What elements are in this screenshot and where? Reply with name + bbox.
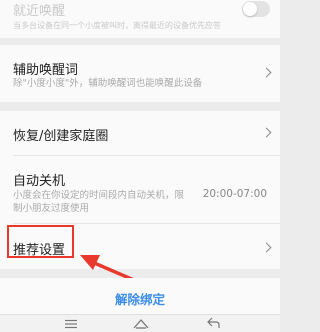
aux-wake-row[interactable]: 辅助唤醒词 除"小度小度"外，辅助唤醒词也能唤醒此设备 [0, 45, 280, 102]
aux-wake-title: 辅助唤醒词 [13, 63, 79, 78]
aux-wake-description: 除"小度小度"外，辅助唤醒词也能唤醒此设备 [13, 78, 203, 89]
annotation-highlight-box [7, 225, 74, 258]
nearby-wake-title: 就近唤醒 [13, 4, 66, 19]
nearby-wake-toggle[interactable] [242, 1, 270, 17]
back-icon[interactable] [206, 317, 220, 329]
toggle-knob [243, 2, 257, 16]
auto-shutdown-row[interactable]: 自动关机 小度会在你设定的时间段内自动关机，限 制小朋友过度使用 20:00-0… [0, 156, 280, 222]
menu-icon[interactable] [64, 319, 78, 329]
family-circle-title: 恢复/创建家庭圈 [13, 129, 109, 144]
nearby-wake-description: 当多台设备在同一个小度被叫时，离得最近的设备优先应答 [13, 21, 221, 30]
unbind-card: 解除绑定 [0, 278, 280, 314]
chevron-right-icon [261, 127, 272, 138]
nearby-wake-card: 就近唤醒 当多台设备在同一个小度被叫时，离得最近的设备优先应答 [0, 0, 280, 38]
auto-shutdown-title: 自动关机 [13, 174, 66, 189]
home-icon[interactable] [132, 317, 150, 329]
family-circle-row[interactable]: 恢复/创建家庭圈 [0, 111, 280, 153]
unbind-button[interactable]: 解除绑定 [0, 289, 280, 308]
auto-shutdown-description-line1: 小度会在你设定的时间段内自动关机，限 [13, 190, 185, 201]
auto-shutdown-time: 20:00-07:00 [202, 188, 267, 200]
navigation-bar [0, 314, 280, 332]
chevron-right-icon [261, 67, 272, 78]
chevron-right-icon [261, 242, 272, 253]
auto-shutdown-description-line2: 制小朋友过度使用 [13, 203, 90, 214]
